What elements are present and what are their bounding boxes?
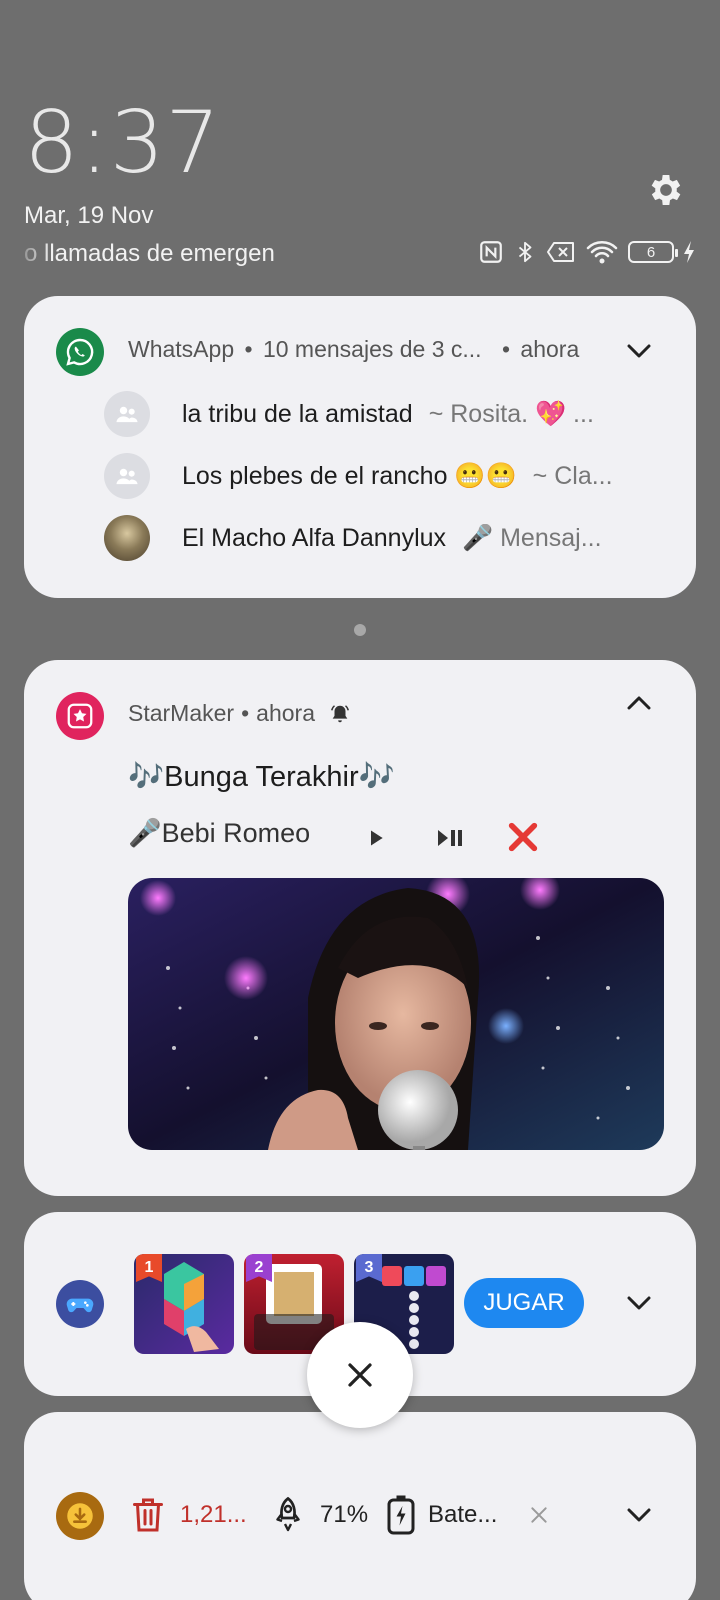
- separator: •: [501, 336, 511, 362]
- clear-all-button[interactable]: [307, 1322, 413, 1428]
- system-icons: 6: [478, 238, 696, 266]
- memory-boost[interactable]: 71%: [270, 1490, 368, 1540]
- battery-label: Bate...: [428, 1501, 498, 1528]
- starmaker-header: StarMaker • ahora: [128, 700, 351, 727]
- junk-cleaner[interactable]: 1,21...: [130, 1490, 247, 1540]
- chat-name: Los plebes de el rancho 😬😬: [182, 461, 517, 490]
- cleaner-app-icon: [56, 1492, 104, 1540]
- chat-name: El Macho Alfa Dannylux: [182, 523, 447, 552]
- chat-preview: ~ Cla...: [532, 461, 613, 490]
- bluetooth-icon: [514, 238, 536, 266]
- separator: •: [244, 336, 253, 362]
- app-name: WhatsApp: [128, 336, 235, 362]
- page-indicator: [354, 624, 366, 636]
- chevron-down-icon[interactable]: [624, 336, 654, 366]
- gamepad-icon: [56, 1280, 104, 1328]
- gear-icon[interactable]: [646, 170, 686, 210]
- chat-row[interactable]: la tribu de la amistad ~ Rosita. 💖 ...: [104, 390, 684, 438]
- video-thumbnail[interactable]: [128, 878, 664, 1150]
- whatsapp-icon: [56, 328, 104, 376]
- chat-preview: 🎤 Mensaj...: [462, 523, 602, 552]
- wifi-icon: [586, 239, 618, 265]
- game-thumb-hexa-puzzle[interactable]: 1: [134, 1254, 234, 1354]
- date: Mar, 19 Nov: [24, 202, 154, 229]
- play-icon[interactable]: [356, 818, 396, 858]
- close-icon[interactable]: [524, 1500, 554, 1530]
- notification-summary: 10 mensajes de 3 c...: [262, 336, 482, 362]
- battery-saver[interactable]: Bate...: [386, 1490, 497, 1540]
- artist-name: 🎤Bebi Romeo: [128, 818, 311, 848]
- app-name: StarMaker: [128, 700, 235, 726]
- chat-preview: ~ Rosita. 💖 ...: [428, 399, 594, 428]
- close-red-icon[interactable]: [500, 814, 546, 860]
- no-sim-icon: [546, 240, 576, 264]
- close-icon: [345, 1360, 375, 1390]
- chevron-down-icon[interactable]: [624, 1288, 654, 1318]
- battery-icon: 6: [628, 241, 678, 263]
- rocket-icon: [270, 1495, 306, 1535]
- trash-icon: [130, 1495, 166, 1535]
- battery-level: 6: [646, 243, 656, 261]
- boost-percent: 71%: [320, 1501, 369, 1528]
- separator: •: [241, 700, 250, 726]
- chat-row[interactable]: El Macho Alfa Dannylux 🎤 Mensaj...: [104, 514, 684, 562]
- whatsapp-header: WhatsApp • 10 mensajes de 3 c... • ahora: [128, 336, 579, 363]
- chevron-down-icon[interactable]: [624, 1500, 654, 1530]
- nfc-icon: [478, 239, 504, 265]
- starmaker-notification[interactable]: StarMaker • ahora 🎶Bunga Terakhir🎶 🎤Bebi…: [24, 660, 696, 1196]
- junk-size: 1,21...: [180, 1501, 247, 1528]
- carrier-text: o llamadas de emergen: [24, 240, 275, 267]
- group-avatar-icon: [104, 391, 150, 437]
- contact-avatar: [104, 515, 150, 561]
- starmaker-icon: [56, 692, 104, 740]
- clock: 8:37: [24, 93, 222, 193]
- status-area: 8:37 Mar, 19 Nov o llamadas de emergen 6: [0, 0, 720, 290]
- group-avatar-icon: [104, 453, 150, 499]
- notification-time: ahora: [256, 700, 315, 726]
- play-button[interactable]: JUGAR: [464, 1278, 584, 1328]
- alert-bell-icon: [329, 703, 351, 725]
- cleaner-notification[interactable]: 1,21... 71% Bate...: [24, 1412, 696, 1600]
- chevron-up-icon[interactable]: [624, 688, 654, 718]
- notification-time: ahora: [520, 336, 580, 362]
- chat-row[interactable]: Los plebes de el rancho 😬😬 ~ Cla...: [104, 452, 684, 500]
- song-title: 🎶Bunga Terakhir🎶: [128, 761, 395, 793]
- play-pause-icon[interactable]: [428, 818, 472, 858]
- charging-icon: [682, 240, 696, 264]
- chat-name: la tribu de la amistad: [182, 399, 413, 428]
- whatsapp-notification[interactable]: WhatsApp • 10 mensajes de 3 c... • ahora…: [24, 296, 696, 598]
- battery-bolt-icon: [386, 1494, 416, 1536]
